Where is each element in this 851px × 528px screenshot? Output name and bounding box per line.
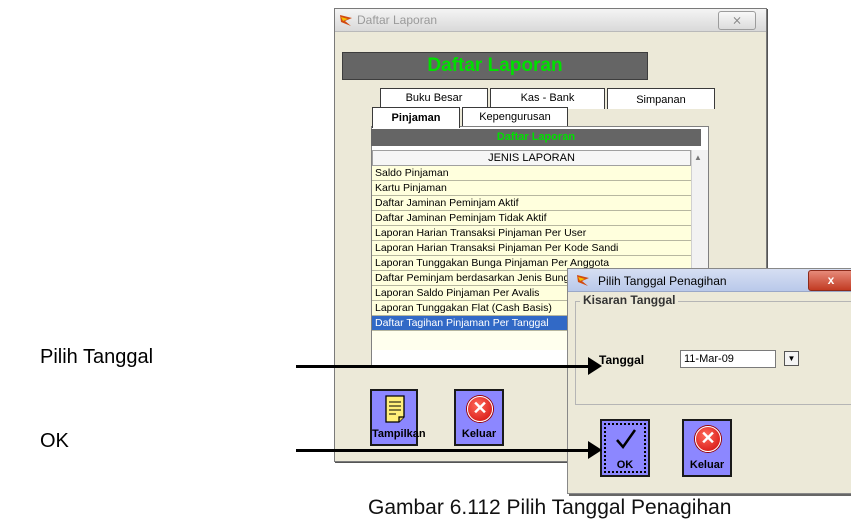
tanggal-label: Tanggal — [599, 353, 645, 367]
group-label: Kisaran Tanggal — [580, 293, 679, 307]
dialog-close-button[interactable]: x — [808, 270, 851, 291]
list-item[interactable]: Laporan Harian Transaksi Pinjaman Per Ko… — [372, 241, 691, 256]
scroll-up-icon[interactable]: ▲ — [694, 153, 702, 162]
checkmark-icon — [616, 429, 637, 450]
document-icon — [385, 395, 405, 423]
app-icon — [577, 275, 589, 286]
annotation-ok: OK — [40, 430, 69, 452]
keluar-label: Keluar — [461, 428, 497, 440]
tab-kas-bank[interactable]: Kas - Bank — [490, 88, 605, 109]
ok-button[interactable]: OK — [600, 419, 650, 477]
dropdown-arrow-icon[interactable]: ▼ — [784, 351, 799, 366]
list-item[interactable]: Kartu Pinjaman — [372, 181, 691, 196]
arrow-head-icon — [588, 441, 602, 459]
arrow-head-icon — [588, 357, 602, 375]
tab-kepengurusan[interactable]: Kepengurusan — [462, 107, 568, 126]
list-item[interactable]: Daftar Jaminan Peminjam Tidak Aktif — [372, 211, 691, 226]
tampilkan-label: Tampilkan — [372, 428, 426, 440]
app-icon — [340, 15, 352, 26]
tampilkan-button[interactable]: Tampilkan — [370, 389, 426, 446]
date-input[interactable]: 11-Mar-09 — [680, 350, 776, 368]
arrow-pilih-tanggal — [296, 365, 592, 368]
list-column-header: JENIS LAPORAN — [372, 150, 691, 166]
pilih-tanggal-dialog: Pilih Tanggal Penagihan x Kisaran Tangga… — [567, 268, 851, 494]
tab-simpanan[interactable]: Simpanan — [607, 88, 715, 109]
list-item[interactable]: Daftar Jaminan Peminjam Aktif — [372, 196, 691, 211]
arrow-ok — [296, 449, 592, 452]
annotation-pilih-tanggal: Pilih Tanggal — [40, 346, 154, 368]
close-button[interactable]: ⨯ — [718, 11, 756, 30]
keluar-button[interactable]: ✕ Keluar — [454, 389, 504, 446]
dialog-keluar-button[interactable]: ✕ Keluar — [682, 419, 732, 477]
report-header: Daftar Laporan — [342, 52, 648, 80]
tab-pinjaman[interactable]: Pinjaman — [372, 107, 460, 128]
sub-header: Daftar Laporan — [371, 129, 701, 146]
ok-label: OK — [616, 459, 634, 471]
dialog-title-bar[interactable]: Pilih Tanggal Penagihan x — [568, 269, 851, 292]
close-circle-icon: ✕ — [467, 396, 493, 422]
title-bar[interactable]: Daftar Laporan ⨯ — [335, 9, 766, 32]
window-title: Daftar Laporan — [357, 13, 438, 27]
sub-header-title: Daftar Laporan — [496, 131, 576, 143]
list-item[interactable]: Laporan Harian Transaksi Pinjaman Per Us… — [372, 226, 691, 241]
close-circle-icon: ✕ — [695, 426, 721, 452]
figure-caption: Gambar 6.112 Pilih Tanggal Penagihan — [368, 496, 732, 519]
tab-buku-besar[interactable]: Buku Besar — [380, 88, 488, 109]
dialog-keluar-label: Keluar — [689, 459, 725, 471]
header-title: Daftar Laporan — [427, 55, 563, 76]
dialog-title: Pilih Tanggal Penagihan — [598, 274, 727, 288]
list-item[interactable]: Saldo Pinjaman — [372, 166, 691, 181]
